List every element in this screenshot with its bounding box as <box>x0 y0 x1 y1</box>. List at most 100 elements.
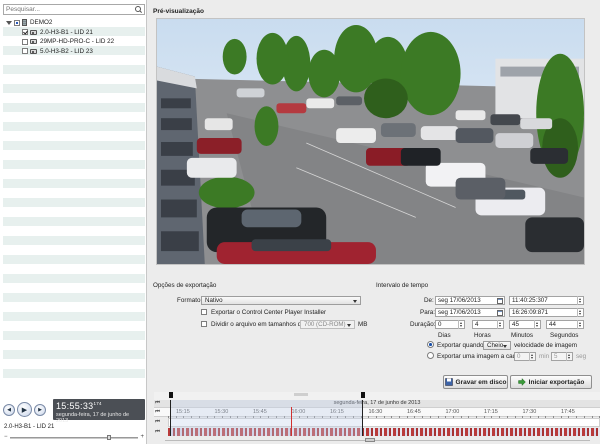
spinner-icon[interactable] <box>577 308 583 317</box>
tree-row-background <box>3 55 145 65</box>
frame-rate-select[interactable]: Cheio <box>483 341 511 350</box>
spinner-icon[interactable] <box>458 320 464 329</box>
minutes-field[interactable]: 45 <box>509 320 541 329</box>
save-to-disk-button[interactable]: Gravar em disco <box>443 375 508 389</box>
days-field[interactable]: 0 <box>435 320 465 329</box>
seg-unit-label: seg <box>576 353 587 360</box>
previous-icon[interactable]: ◀ <box>3 403 15 416</box>
timeline-scroll-handle[interactable] <box>294 393 308 396</box>
start-export-button[interactable]: Iniciar exportação <box>510 375 592 389</box>
to-time-value: 16:26:09:871 <box>512 309 549 316</box>
camera-icon <box>30 29 37 35</box>
tree-row-background <box>3 83 145 93</box>
playback-controls: ◀ ▶ ▶ <box>3 402 46 417</box>
tree-item-server[interactable]: DEMO2 <box>6 18 52 27</box>
tree-row-background <box>3 378 145 388</box>
rewind-icon[interactable]: ⏮ <box>155 419 160 426</box>
clock-ms: 174 <box>93 401 102 406</box>
speed-slider[interactable]: − + <box>4 434 144 440</box>
timeline-zoom-bar[interactable] <box>155 437 600 444</box>
split-size-select[interactable]: 700 (CD-ROM) <box>300 320 355 329</box>
tree-row-background <box>3 321 145 331</box>
save-to-disk-label: Gravar em disco <box>455 378 507 386</box>
interval-sec-field[interactable]: 5 <box>551 352 573 361</box>
search-icon[interactable] <box>134 5 143 14</box>
spinner-icon[interactable] <box>566 352 572 361</box>
tree-row-background <box>3 330 145 340</box>
tree-item-camera[interactable]: 5.0-H3-B2 - LID 23 <box>22 47 93 56</box>
interval-min-field[interactable]: 0 <box>514 352 536 361</box>
export-one-image-radio[interactable] <box>427 352 434 359</box>
selection-end-flag-icon[interactable] <box>361 392 365 398</box>
camera-checkbox[interactable] <box>22 29 28 35</box>
expand-arrow-icon[interactable] <box>6 20 12 25</box>
tree-item-camera[interactable]: 2.0-H3-B1 - LID 21 <box>22 28 93 37</box>
from-label: De: <box>424 297 434 304</box>
export-installer-checkbox[interactable] <box>201 309 207 315</box>
format-select[interactable]: Nativo <box>201 296 361 305</box>
tree-row-background <box>3 112 145 122</box>
server-label: DEMO2 <box>30 19 53 26</box>
rewind-icon[interactable]: ⏮ <box>155 409 160 416</box>
seconds-field[interactable]: 44 <box>546 320 584 329</box>
tree-row-background <box>3 349 145 359</box>
tree-row-background <box>3 340 145 350</box>
tree-row-background <box>3 102 145 112</box>
timeline-selection[interactable] <box>170 400 363 436</box>
selection-start-flag-icon[interactable] <box>169 392 173 398</box>
tree-row-background <box>3 188 145 198</box>
export-when-radio[interactable] <box>427 341 434 348</box>
interval-min-value: 0 <box>517 353 521 360</box>
timeline[interactable]: segunda-feira, 17 de junho de 2013 15:15… <box>154 392 600 444</box>
spinner-icon[interactable] <box>577 320 583 329</box>
camera-checkbox[interactable] <box>22 38 28 45</box>
minutes-value: 45 <box>512 321 519 328</box>
tree-row-background <box>3 74 145 84</box>
camera-label: 29MP-HD-PRO-C - LID 22 <box>40 38 115 45</box>
plus-icon[interactable]: + <box>140 434 144 440</box>
from-time-field[interactable]: 11:40:25:307 <box>509 296 584 305</box>
split-file-label: Dividir o arquivo em tamanhos de: <box>211 321 307 328</box>
format-label: Formato: <box>177 297 203 304</box>
timeline-zoom-handle[interactable] <box>365 438 375 442</box>
timeline-cursor[interactable] <box>291 407 292 436</box>
tree-row-background <box>3 197 145 207</box>
tree-row-background <box>3 150 145 160</box>
server-checkbox[interactable] <box>14 19 20 26</box>
calendar-icon[interactable] <box>497 297 503 304</box>
spinner-icon[interactable] <box>529 352 535 361</box>
clock-time: 15:55:33 <box>56 401 94 411</box>
timeline-header <box>154 392 600 400</box>
timeline-tick-label: 17:15 <box>484 409 498 415</box>
active-camera-label: 2.0-H3-B1 - LID 21 <box>4 424 55 430</box>
tree-row-background <box>3 207 145 217</box>
tree-row-background <box>3 264 145 274</box>
to-time-field[interactable]: 16:26:09:871 <box>509 308 584 317</box>
search-box[interactable] <box>3 4 145 15</box>
min-unit-label: min <box>539 353 550 360</box>
calendar-icon[interactable] <box>497 309 503 316</box>
from-date-field[interactable]: seg 17/06/2013 <box>435 296 505 305</box>
tree-row-background <box>3 131 145 141</box>
spinner-icon[interactable] <box>534 320 540 329</box>
next-icon[interactable]: ▶ <box>34 403 46 416</box>
camera-checkbox[interactable] <box>22 48 28 54</box>
export-when-label: Exportar quando <box>437 342 484 349</box>
tree-row-background <box>3 368 145 378</box>
tree-row-background <box>3 302 145 312</box>
hours-field[interactable]: 4 <box>472 320 504 329</box>
split-unit-label: MB <box>358 321 368 328</box>
rewind-icon[interactable]: ⏮ <box>155 429 160 436</box>
tree-item-camera[interactable]: 29MP-HD-PRO-C - LID 22 <box>22 37 114 46</box>
to-date-field[interactable]: seg 17/06/2013 <box>435 308 505 317</box>
spinner-icon[interactable] <box>577 296 583 305</box>
camera-tree-panel: DEMO2 2.0-H3-B1 - LID 21 29MP-HD-PRO-C -… <box>0 0 147 444</box>
spinner-icon[interactable] <box>497 320 503 329</box>
play-icon[interactable]: ▶ <box>17 402 32 417</box>
minus-icon[interactable]: − <box>4 434 8 440</box>
search-input[interactable] <box>4 5 134 14</box>
slider-handle[interactable] <box>107 435 111 440</box>
rewind-icon[interactable]: ⏮ <box>155 400 160 407</box>
tree-row-background <box>3 254 145 264</box>
split-file-checkbox[interactable] <box>201 321 207 327</box>
